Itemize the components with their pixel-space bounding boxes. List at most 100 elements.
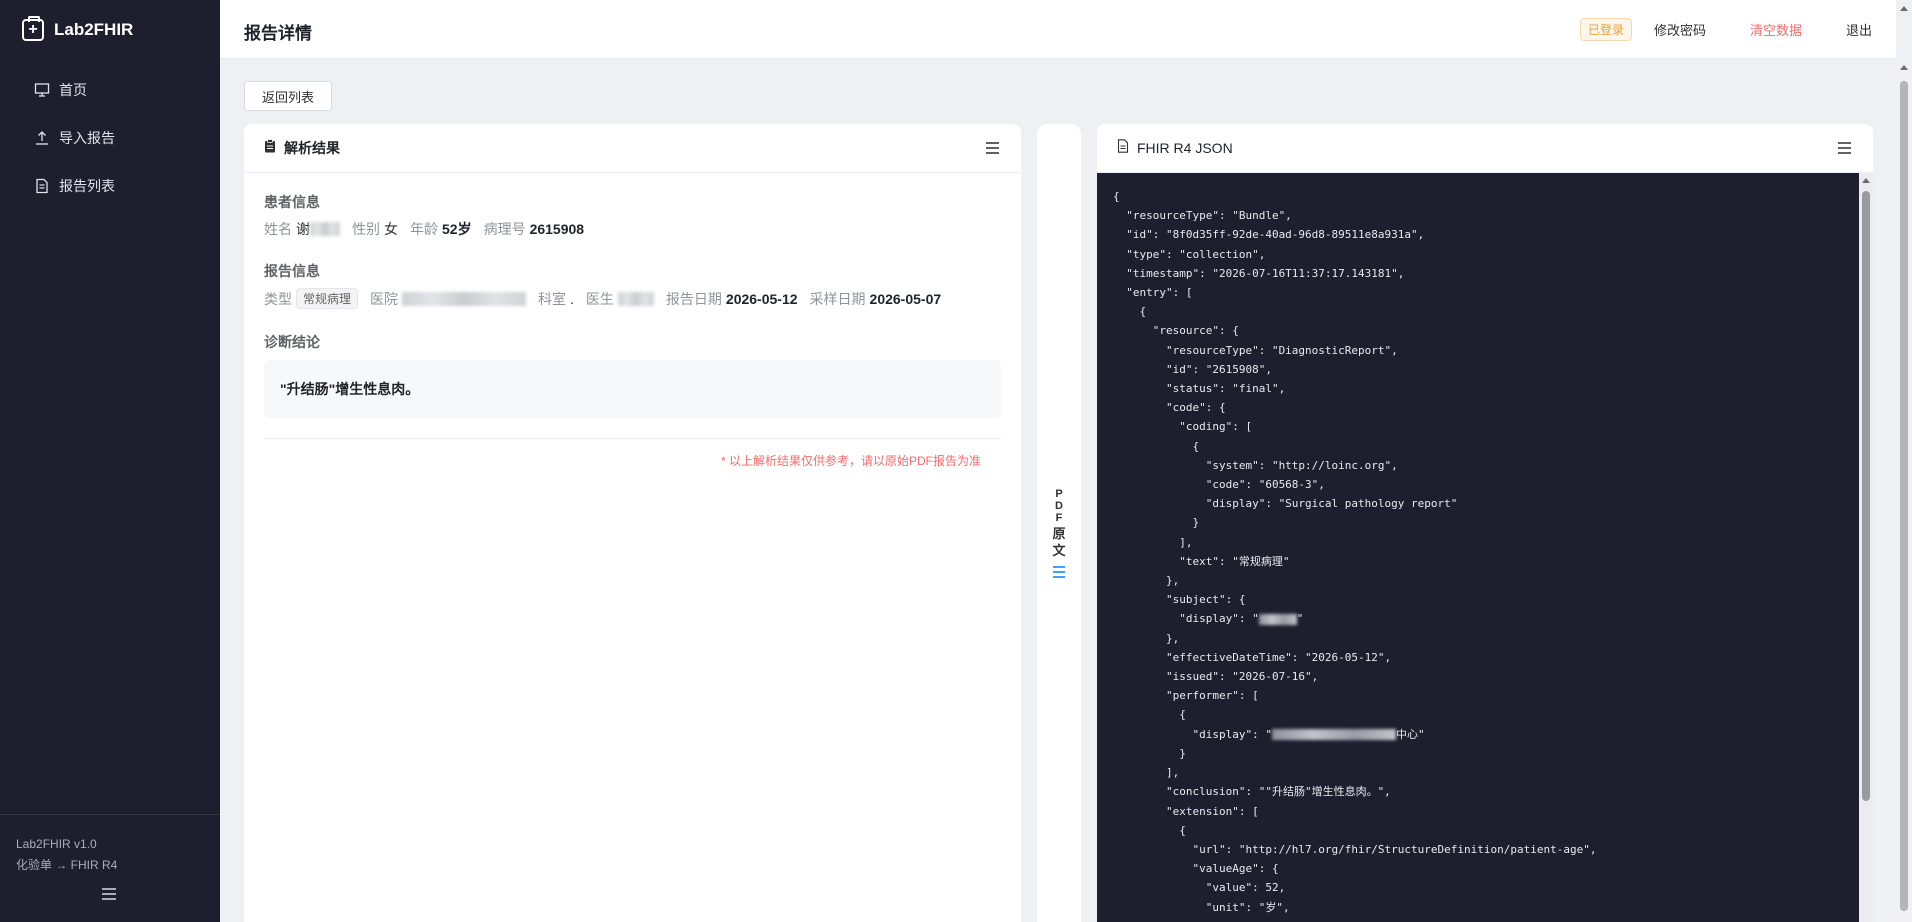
pdf-original-tab[interactable]: PDF 原文	[1037, 124, 1081, 922]
json-code-block: { "resourceType": "Bundle", "id": "8f0d3…	[1113, 187, 1596, 917]
login-status-badge: 已登录	[1579, 18, 1632, 41]
json-line: "resource": {	[1113, 324, 1239, 338]
json-line: "timestamp": "2026-07-16T11:37:17.143181…	[1113, 266, 1405, 280]
hospital-label: 医院	[370, 290, 399, 307]
sidebar-item-label: 首页	[59, 82, 87, 98]
json-line: "valueAge": {	[1113, 862, 1279, 876]
divider	[264, 438, 1001, 439]
pdf-tab-text: PDF 原文	[1052, 488, 1066, 558]
pathology-no-label: 病理号	[483, 221, 526, 237]
patient-info-row: 姓名 谢 性别 女 年龄 52岁 病理号 2615908	[264, 219, 596, 239]
sidebar-item-import[interactable]: 导入报告	[0, 114, 220, 162]
app-tagline: 化验单 → FHIR R4	[16, 858, 118, 872]
fhir-json-viewer[interactable]: { "resourceType": "Bundle", "id": "8f0d3…	[1097, 173, 1873, 922]
fhir-json-title: FHIR R4 JSON	[1137, 140, 1233, 156]
scroll-up-icon[interactable]	[1862, 178, 1870, 183]
json-line: "code": "60568-3",	[1113, 478, 1325, 492]
type-label: 类型	[264, 290, 292, 307]
parse-result-header: 解析结果	[244, 124, 1021, 173]
upload-icon	[33, 130, 50, 147]
parse-result-menu-icon[interactable]	[986, 142, 999, 154]
page-scrollbar[interactable]	[1896, 6, 1912, 922]
header-actions: 已登录 修改密码 清空数据 退出	[1579, 0, 1896, 59]
sidebar: Lab2FHIR 首页 导入报告 报告列表 Lab2FHIR v1.0 化验单 …	[0, 0, 220, 922]
json-line: "value": 52,	[1113, 881, 1286, 895]
json-line: "code": {	[1113, 401, 1226, 415]
report-date-value: 2026-05-12	[725, 290, 798, 307]
json-line: "issued": "2026-07-16",	[1113, 670, 1319, 684]
redacted-hospital	[402, 291, 527, 306]
diagnosis-conclusion: "升结肠"增生性息肉。	[264, 360, 1001, 418]
fhir-json-header: FHIR R4 JSON	[1097, 124, 1873, 173]
pathology-no-value: 2615908	[529, 221, 585, 237]
brand[interactable]: Lab2FHIR	[0, 0, 220, 59]
report-info-heading: 报告信息	[264, 263, 320, 279]
sidebar-item-label: 报告列表	[59, 178, 115, 194]
json-line: ],	[1113, 766, 1180, 780]
sidebar-nav: 首页 导入报告 报告列表	[0, 66, 220, 210]
json-line: "url": "http://hl7.org/fhir/StructureDef…	[1113, 842, 1597, 856]
page-scroll-up-icon[interactable]	[1900, 65, 1908, 70]
department-value: .	[570, 290, 574, 307]
json-line: {	[1113, 823, 1186, 837]
logout-link[interactable]: 退出	[1846, 20, 1872, 39]
json-line: "unit": "岁",	[1113, 900, 1290, 914]
json-line: "text": "常规病理"	[1113, 554, 1290, 568]
sidebar-item-report-list[interactable]: 报告列表	[0, 162, 220, 210]
medical-kit-icon	[22, 15, 44, 41]
page-scroll-top-icon[interactable]	[1900, 6, 1908, 11]
redacted-subject	[1258, 613, 1297, 625]
report-date-label: 报告日期	[665, 290, 722, 307]
json-line: {	[1113, 439, 1200, 453]
page-scrollbar-thumb[interactable]	[1900, 81, 1908, 911]
json-line: }	[1113, 516, 1200, 530]
report-info-row: 类型 常规病理 医院 科室 . 医生 报告日期 2026-05-12 采样日期 …	[264, 288, 953, 309]
app-name: Lab2FHIR	[54, 19, 134, 39]
json-line: "id": "8f0d35ff-92de-40ad-96d8-89511e8a9…	[1113, 228, 1425, 242]
json-line: "performer": [	[1113, 689, 1259, 703]
json-line: "conclusion": ""升结肠"增生性息肉。",	[1113, 785, 1391, 799]
json-line: }	[1113, 746, 1186, 760]
sample-date-label: 采样日期	[809, 290, 866, 307]
patient-info-heading: 患者信息	[264, 194, 320, 210]
redacted-doctor	[617, 291, 654, 306]
clear-data-link[interactable]: 清空数据	[1750, 20, 1802, 39]
collapse-menu-icon[interactable]	[102, 888, 116, 900]
name-value: 谢	[296, 221, 310, 237]
doctor-label: 医生	[585, 290, 614, 307]
json-line: "status": "final",	[1113, 382, 1286, 396]
change-password-link[interactable]: 修改密码	[1654, 20, 1706, 39]
back-to-list-button[interactable]: 返回列表	[244, 81, 332, 111]
json-line: "id": "2615908",	[1113, 362, 1272, 376]
json-scrollbar-thumb[interactable]	[1862, 191, 1870, 801]
document-icon	[33, 178, 50, 195]
page-title: 报告详情	[244, 24, 312, 43]
list-icon	[1053, 566, 1065, 578]
redacted-performer	[1271, 729, 1396, 741]
json-line: "coding": [	[1113, 420, 1253, 434]
json-line: {	[1113, 190, 1120, 203]
json-scrollbar[interactable]	[1859, 173, 1873, 922]
name-label: 姓名	[264, 221, 292, 237]
top-header: 报告详情 已登录 修改密码 清空数据 退出	[220, 0, 1896, 59]
fhir-json-card: FHIR R4 JSON { "resourceType": "Bundle",…	[1097, 124, 1873, 922]
json-line: "extension": [	[1113, 804, 1259, 818]
parse-result-title: 解析结果	[284, 140, 340, 156]
json-line: "effectiveDateTime": "2026-05-12",	[1113, 650, 1392, 664]
fhir-json-menu-icon[interactable]	[1838, 142, 1851, 154]
file-icon	[1117, 138, 1129, 158]
sidebar-item-home[interactable]: 首页	[0, 66, 220, 114]
diagnosis-heading: 诊断结论	[264, 334, 320, 350]
json-line: "display": " 中心"	[1113, 727, 1425, 741]
json-line: "subject": {	[1113, 593, 1246, 607]
json-line: "entry": [	[1113, 286, 1193, 300]
json-line: {	[1113, 708, 1186, 722]
app-version: Lab2FHIR v1.0	[16, 837, 97, 851]
json-line: },	[1113, 574, 1180, 588]
json-line: "resourceType": "DiagnosticReport",	[1113, 343, 1398, 357]
sidebar-footer: Lab2FHIR v1.0 化验单 → FHIR R4	[0, 814, 220, 922]
redacted-name	[310, 222, 340, 236]
json-line: "resourceType": "Bundle",	[1113, 209, 1292, 223]
age-value: 52岁	[442, 221, 472, 237]
monitor-icon	[33, 82, 50, 99]
